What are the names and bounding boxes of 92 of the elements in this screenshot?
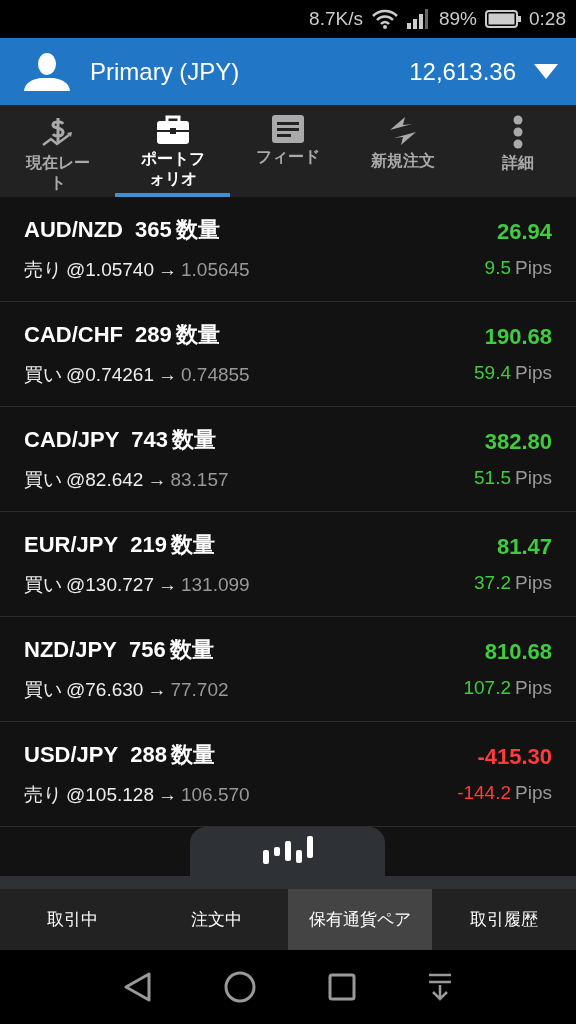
nav-tab[interactable]: フィード [230,105,346,198]
bottom-tab[interactable]: 保有通貨ペア [288,888,432,951]
arrow-sign: → [147,679,167,702]
open-price: @82.642 [66,469,144,492]
wifi-icon [371,9,399,30]
currency-pair: USD/JPY [24,742,119,769]
account-name[interactable]: Primary (JPY) [90,57,410,86]
pips-value: 51.5 [474,467,512,490]
quantity-unit: 数量 [172,426,217,455]
trade-side: 売り [24,783,62,808]
trade-side: 買い [24,678,62,703]
network-speed: 8.7K/s [309,8,363,31]
account-balance: 12,613.36 [409,57,516,86]
quantity: 756 [128,637,166,664]
profit: 190.68 [484,324,552,351]
position-row[interactable]: CAD/CHF 289 数量 買い @0.74261 → 0.74855 190.68 59.4 Pips [0,302,576,408]
recents-icon[interactable] [328,973,356,1002]
pips-unit: Pips [515,782,552,805]
pips-unit: Pips [515,572,552,595]
quantity-unit: 数量 [170,531,215,560]
pips-unit: Pips [515,362,552,385]
nav-tab[interactable]: ポートフォリオ [115,105,231,198]
more-icon [513,115,524,150]
pips-value: 107.2 [463,677,512,700]
quantity: 288 [130,742,167,769]
person-icon [24,52,70,91]
nav-tab[interactable]: 新規注文 [345,105,461,198]
position-row[interactable]: NZD/JPY 756 数量 買い @76.630 → 77.702 810.68 107.2 Pips [0,617,576,723]
quantity-unit: 数量 [169,636,214,665]
trade-side: 買い [24,363,62,388]
pips-unit: Pips [515,677,552,700]
arrow-sign: → [157,364,177,387]
pips-unit: Pips [515,257,552,280]
feed-icon [272,115,304,144]
quantity: 743 [131,427,169,454]
open-price: @0.74261 [66,364,154,387]
profit: 26.94 [496,219,552,246]
signal-icon [407,9,431,30]
pips-unit: Pips [515,467,552,490]
current-price: 106.570 [180,784,250,807]
nav-tab[interactable]: 現在レート [0,105,116,198]
pips-value: 59.4 [474,362,512,385]
current-price: 83.157 [170,469,229,492]
currency-pair: CAD/JPY [24,427,120,454]
bottom-tab[interactable]: 取引中 [0,888,144,951]
profit: 810.68 [484,639,552,666]
current-price: 131.099 [180,574,250,597]
quantity-unit: 数量 [175,321,220,350]
currency-pair: NZD/JPY [24,637,117,664]
pips-value: 37.2 [474,572,512,595]
bottom-tab[interactable]: 注文中 [144,888,288,951]
quantity: 365 [135,217,172,244]
arrow-sign: → [147,469,167,492]
battery-icon [485,10,521,29]
arrow-sign: → [157,574,177,597]
profit: 382.80 [484,429,552,456]
quantity: 219 [130,532,167,559]
profit: -415.30 [477,744,552,771]
battery-percent: 89% [439,8,477,31]
current-price: 0.74855 [180,364,250,387]
quantity-unit: 数量 [175,216,220,245]
open-price: @130.727 [66,574,154,597]
open-price: @105.128 [66,784,154,807]
arrow-sign: → [157,784,177,807]
currency-pair: EUR/JPY [24,532,119,559]
open-price: @76.630 [66,679,144,702]
nav-tab[interactable]: 詳細 [460,105,576,198]
pips-value: 9.5 [484,257,512,280]
trade-side: 売り [24,258,62,283]
notification-drawer-icon[interactable] [428,973,452,1002]
arrow-sign: → [157,259,177,282]
position-row[interactable]: AUD/NZD 365 数量 売り @1.05740 → 1.05645 26.94 9.5 Pips [0,197,576,303]
profit: 81.47 [496,534,552,561]
dropdown-caret-icon[interactable] [534,64,558,80]
bottom-tab[interactable]: 取引履歴 [432,888,576,951]
pips-value: -144.2 [457,782,512,805]
quantity-unit: 数量 [170,741,215,770]
clock: 0:28 [529,8,566,31]
briefcase-icon [155,115,190,146]
quantity: 289 [135,322,172,349]
currency-pair: AUD/NZD [24,217,123,244]
trade-side: 買い [24,573,62,598]
trade-side: 買い [24,468,62,493]
back-icon[interactable] [124,972,152,1003]
currency-pair: CAD/CHF [24,322,123,349]
home-icon[interactable] [224,971,256,1004]
position-row[interactable]: EUR/JPY 219 数量 買い @130.727 → 131.099 81.47 37.2 Pips [0,512,576,618]
chart-drawer-handle[interactable] [190,827,385,877]
position-row[interactable]: CAD/JPY 743 数量 買い @82.642 → 83.157 382.80 51.5 Pips [0,407,576,513]
current-price: 77.702 [170,679,229,702]
current-price: 1.05645 [180,259,250,282]
open-price: @1.05740 [66,259,154,282]
